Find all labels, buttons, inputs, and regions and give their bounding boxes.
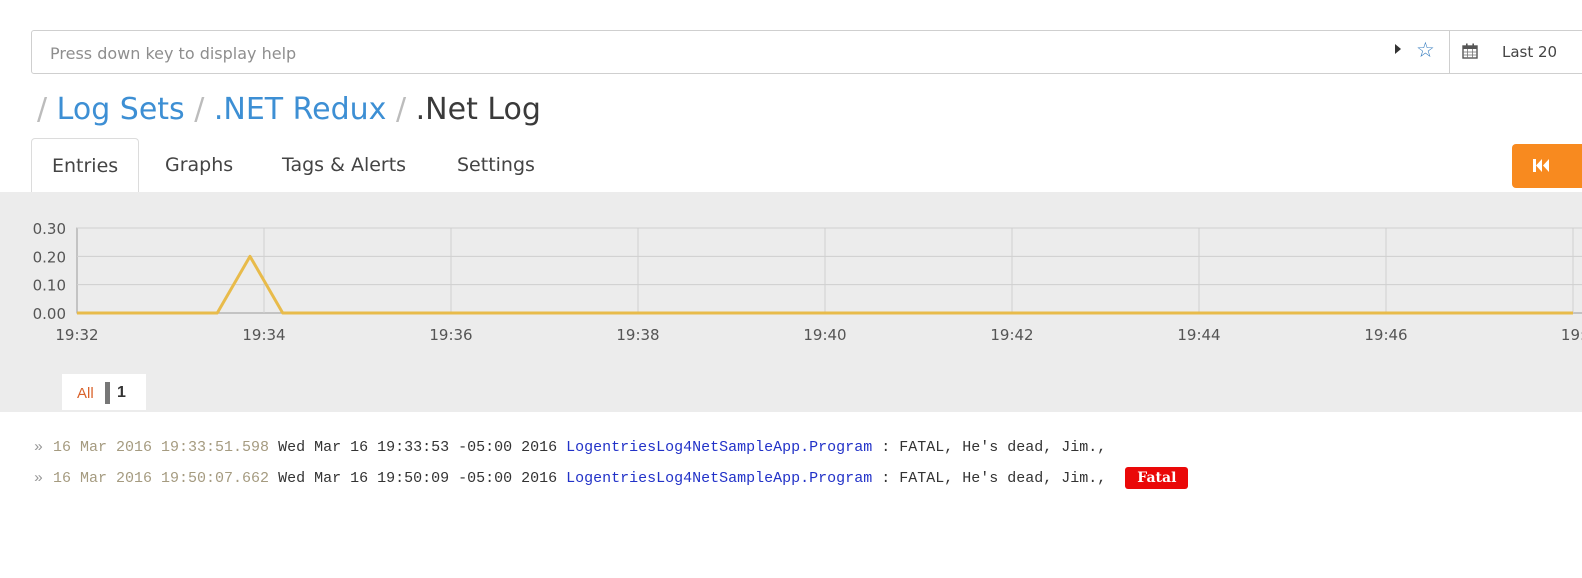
entry-message: : FATAL, He's dead, Jim., (881, 469, 1107, 487)
breadcrumb-log-sets[interactable]: Log Sets (57, 92, 185, 127)
breadcrumb-separator: / (395, 92, 407, 127)
tab-tags-alerts[interactable]: Tags & Alerts (262, 138, 426, 192)
rewind-button[interactable] (1512, 144, 1582, 188)
x-tick-label: 19:38 (616, 326, 659, 344)
chevron-right-icon: » (34, 439, 44, 456)
chart-panel: 0.30 0.20 0.10 0.00 19:32 19:34 19:36 19:38 19:4… (0, 192, 1582, 412)
x-tick-label: 19:34 (242, 326, 285, 344)
entry-message: : FATAL, He's dead, Jim., (881, 439, 1107, 456)
entry-timestamp: 16 Mar 2016 19:33:51.598 (53, 439, 270, 456)
x-tick-label: 19: (1561, 326, 1582, 344)
x-tick-label: 19:46 (1364, 326, 1407, 344)
breadcrumb-net-redux[interactable]: .NET Redux (214, 92, 387, 127)
chevron-right-icon: » (34, 469, 44, 487)
calendar-icon (1462, 43, 1478, 59)
log-entries: » 16 Mar 2016 19:33:51.598 Wed Mar 16 19:… (0, 412, 1582, 522)
search-bar[interactable] (31, 30, 1451, 74)
entry-source[interactable]: LogentriesLog4NetSampleApp.Program (566, 439, 872, 456)
page-title: .Net Log (415, 92, 541, 127)
breadcrumb: / Log Sets / .NET Redux / .Net Log (37, 88, 541, 132)
play-icon[interactable] (1395, 44, 1401, 54)
time-range-label: Last 20 (1502, 43, 1558, 61)
x-tick-label: 19:42 (990, 326, 1033, 344)
legend-chip: All 1 (62, 374, 146, 410)
search-input[interactable] (48, 41, 1372, 65)
x-tick-label: 19:44 (1177, 326, 1220, 344)
tab-graphs[interactable]: Graphs (145, 138, 253, 192)
y-tick-label: 0.10 (33, 277, 66, 295)
log-entry[interactable]: » 16 Mar 2016 19:50:07.662 Wed Mar 16 19:… (34, 467, 1189, 490)
x-tick-label: 19:40 (803, 326, 846, 344)
star-icon[interactable]: ☆ (1416, 38, 1435, 62)
y-tick-label: 0.30 (33, 220, 66, 238)
legend-count: 1 (117, 384, 126, 401)
entry-text: Wed Mar 16 19:50:09 -05:00 2016 (278, 469, 558, 487)
legend-marker (105, 382, 110, 404)
breadcrumb-separator: / (194, 92, 205, 127)
breadcrumb-separator: / (37, 92, 48, 127)
rewind-icon (1533, 159, 1549, 172)
y-tick-label: 0.00 (33, 305, 66, 323)
legend-all-link[interactable]: All (77, 385, 94, 402)
log-entry[interactable]: » 16 Mar 2016 19:33:51.598 Wed Mar 16 19:… (34, 437, 1106, 459)
entry-text: Wed Mar 16 19:33:53 -05:00 2016 (278, 439, 558, 456)
entries-chart: 0.30 0.20 0.10 0.00 19:32 19:34 19:36 19:38 19:4… (33, 220, 1582, 344)
entry-source[interactable]: LogentriesLog4NetSampleApp.Program (566, 470, 872, 487)
time-range-picker[interactable]: Last 20 (1449, 30, 1582, 74)
y-tick-label: 0.20 (33, 248, 66, 266)
plot-area (76, 227, 1582, 314)
x-tick-label: 19:36 (429, 326, 472, 344)
x-tick-label: 19:32 (55, 326, 98, 344)
tab-settings[interactable]: Settings (437, 138, 555, 192)
tab-entries[interactable]: Entries (31, 138, 140, 194)
entry-timestamp: 16 Mar 2016 19:50:07.662 (53, 469, 270, 487)
fatal-tag-badge[interactable]: Fatal (1125, 467, 1189, 489)
